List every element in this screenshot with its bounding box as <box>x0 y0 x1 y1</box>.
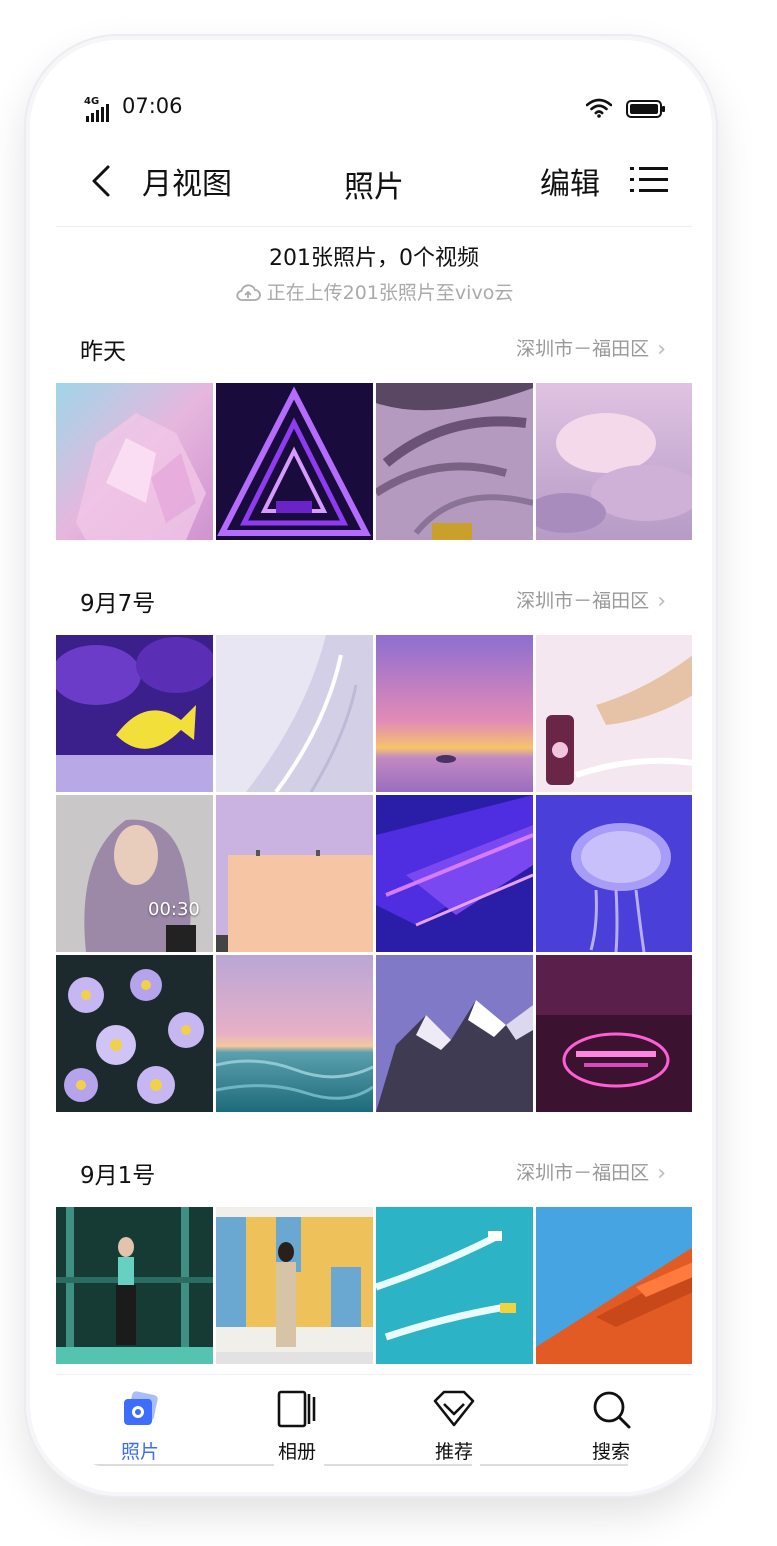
video-duration: 00:30 <box>148 899 200 920</box>
tab-label: 相册 <box>277 1441 316 1463</box>
photo-thumbnail[interactable] <box>536 955 692 1112</box>
photo-thumbnail[interactable] <box>216 955 373 1112</box>
photo-thumbnail[interactable] <box>376 383 533 540</box>
cloud-upload-icon <box>236 284 261 301</box>
battery-icon <box>626 100 665 118</box>
tab-label: 搜索 <box>591 1441 630 1463</box>
section-date: 9月7号 <box>80 591 156 617</box>
photo-thumbnail[interactable] <box>56 635 213 792</box>
tab-divider <box>84 1464 274 1466</box>
photo-thumbnail[interactable] <box>216 1207 373 1364</box>
section-location-link[interactable]: 深圳市－福田区 › <box>516 1158 666 1186</box>
bottom-tab-bar: 照片 相册 推荐 搜索 <box>56 1374 692 1468</box>
album-icon <box>277 1390 316 1428</box>
edit-button[interactable]: 编辑 <box>540 159 600 203</box>
photo-thumbnail[interactable] <box>376 795 533 952</box>
photo-thumbnail[interactable] <box>216 383 373 540</box>
photo-thumbnail[interactable] <box>536 795 692 952</box>
section-location: 深圳市－福田区 <box>516 1162 650 1184</box>
section-date: 9月1号 <box>80 1163 156 1189</box>
photo-count-summary: 201张照片，0个视频 <box>269 246 479 271</box>
photo-thumbnail[interactable] <box>216 635 373 792</box>
tab-photos[interactable]: 照片 <box>90 1387 190 1464</box>
photos-icon <box>124 1391 158 1425</box>
section-date: 昨天 <box>80 339 126 365</box>
section-location-link[interactable]: 深圳市－福田区 › <box>516 586 666 614</box>
photo-thumbnail[interactable] <box>376 635 533 792</box>
search-icon <box>593 1391 631 1429</box>
chevron-right-icon: › <box>657 1161 666 1186</box>
section-location: 深圳市－福田区 <box>516 338 650 360</box>
tab-label: 照片 <box>120 1441 159 1463</box>
section-location: 深圳市－福田区 <box>516 590 650 612</box>
photo-thumbnail[interactable] <box>536 635 692 792</box>
video-thumbnail[interactable]: 00:30 <box>56 795 213 952</box>
recommend-icon <box>433 1390 475 1427</box>
tab-divider <box>480 1464 628 1466</box>
tab-albums[interactable]: 相册 <box>247 1387 347 1464</box>
cloud-upload-text: 正在上传201张照片至vivo云 <box>266 282 514 304</box>
tab-search[interactable]: 搜索 <box>561 1387 661 1464</box>
tab-divider <box>324 1464 472 1466</box>
photo-thumbnail[interactable] <box>536 1207 692 1364</box>
network-label: 4G <box>84 96 100 107</box>
chevron-right-icon: › <box>657 589 666 614</box>
wifi-icon <box>586 98 612 118</box>
status-bar: 4G 07:06 <box>56 76 692 136</box>
photo-thumbnail[interactable] <box>376 955 533 1112</box>
photo-thumbnail[interactable] <box>56 955 213 1112</box>
chevron-right-icon: › <box>657 337 666 362</box>
phone-screen: 4G 07:06 月视图 照片 编辑 201张照片，0个视频 正在上传201张照… <box>56 76 692 1468</box>
section-location-link[interactable]: 深圳市－福田区 › <box>516 334 666 362</box>
photo-thumbnail[interactable] <box>536 383 692 540</box>
top-bar: 月视图 照片 编辑 <box>56 136 692 227</box>
photo-thumbnail[interactable] <box>376 1207 533 1364</box>
photo-thumbnail[interactable] <box>216 795 373 952</box>
status-time: 07:06 <box>122 94 183 118</box>
tab-recommend[interactable]: 推荐 <box>404 1387 504 1464</box>
photo-thumbnail[interactable] <box>56 383 213 540</box>
list-menu-icon[interactable] <box>630 164 668 196</box>
photo-thumbnail[interactable] <box>56 1207 213 1364</box>
signal-icon: 4G <box>84 96 110 122</box>
cloud-upload-status[interactable]: 正在上传201张照片至vivo云 <box>56 278 692 305</box>
tab-label: 推荐 <box>434 1441 473 1463</box>
